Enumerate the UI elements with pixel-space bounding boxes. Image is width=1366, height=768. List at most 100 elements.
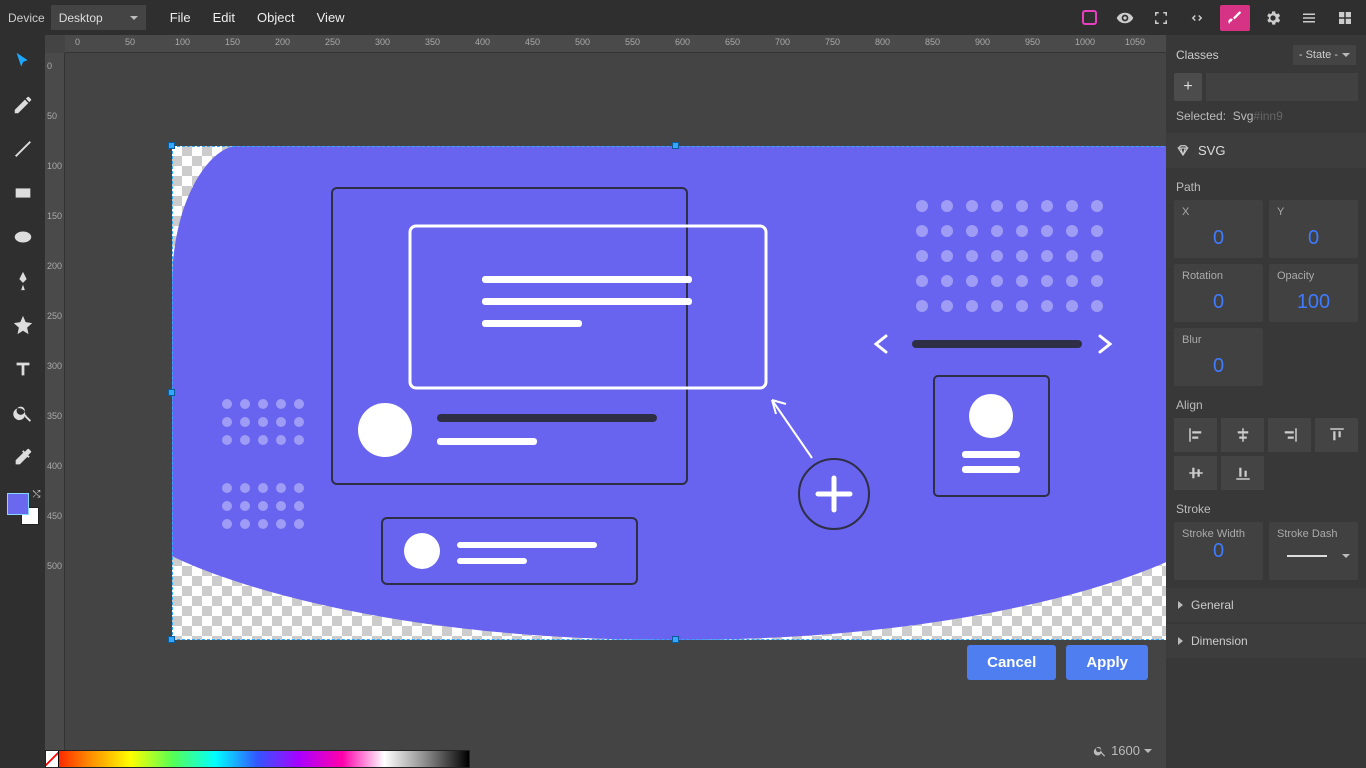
settings-button[interactable] (1260, 5, 1286, 31)
resize-handle-bl[interactable] (168, 636, 175, 643)
select-tool[interactable] (9, 47, 37, 75)
zoom-tool[interactable] (9, 399, 37, 427)
svg-edit-actions: Cancel Apply (967, 645, 1148, 680)
ellipse-tool[interactable] (9, 223, 37, 251)
right-panel: Classes - State - + Selected: Svg#inn9 S… (1166, 35, 1366, 768)
align-section-title: Align (1166, 386, 1366, 418)
ellipse-icon (12, 226, 34, 248)
top-menu-bar: Device Desktop File Edit Object View (0, 0, 1366, 35)
add-class-button[interactable]: + (1174, 73, 1202, 101)
blur-input[interactable]: Blur0 (1174, 328, 1263, 386)
rotation-input[interactable]: Rotation0 (1174, 264, 1263, 322)
text-tool[interactable] (9, 355, 37, 383)
avatar-circle-small (404, 533, 440, 569)
text-line (457, 542, 597, 548)
topbar-right (1076, 0, 1358, 35)
cursor-icon (12, 50, 34, 72)
magnifier-icon (1093, 744, 1107, 758)
tool-strip: ⤭ (0, 35, 45, 768)
caret-right-icon (1178, 637, 1183, 645)
fullscreen-icon (1152, 9, 1170, 27)
zoom-indicator[interactable]: 1600 (1093, 743, 1152, 758)
caret-down-icon (1342, 53, 1350, 57)
code-icon (1188, 9, 1206, 27)
color-palette-strip[interactable] (45, 750, 470, 768)
text-icon (12, 358, 34, 380)
align-top-button[interactable] (1315, 418, 1358, 452)
x-input[interactable]: X0 (1174, 200, 1263, 258)
eyedropper-tool[interactable] (9, 443, 37, 471)
resize-handle-ml[interactable] (168, 389, 175, 396)
code-button[interactable] (1184, 5, 1210, 31)
classes-header: Classes (1176, 48, 1219, 62)
menu-object[interactable]: Object (247, 5, 305, 30)
swap-colors-icon: ⤭ (33, 489, 41, 500)
artboard[interactable]: Cancel Apply (65, 53, 1166, 728)
grid-icon (1336, 9, 1354, 27)
class-name-input[interactable] (1206, 73, 1358, 101)
no-fill-swatch[interactable] (46, 751, 58, 767)
canvas-area: 0501001502002503003504004505005506006507… (45, 35, 1166, 768)
y-input[interactable]: Y0 (1269, 200, 1358, 258)
menu-file[interactable]: File (160, 5, 201, 30)
eyedropper-icon (12, 446, 34, 468)
menu-view[interactable]: View (307, 5, 355, 30)
align-center-h-button[interactable] (1221, 418, 1264, 452)
state-select[interactable]: - State - (1293, 45, 1356, 65)
stroke-width-input[interactable]: Stroke Width 0 (1174, 522, 1263, 580)
pen-icon (12, 270, 34, 292)
svg-section-header[interactable]: SVG (1166, 133, 1366, 168)
selected-element-label: Selected: Svg#inn9 (1166, 109, 1366, 133)
pencil-tool[interactable] (9, 91, 37, 119)
device-label: Device (8, 11, 45, 25)
dimension-section-toggle[interactable]: Dimension (1166, 624, 1366, 658)
main-menu: File Edit Object View (160, 5, 355, 30)
ruler-vertical: 050100150200250300350400450500 (45, 53, 65, 768)
menu-edit[interactable]: Edit (203, 5, 245, 30)
eye-icon (1116, 9, 1134, 27)
opacity-input[interactable]: Opacity100 (1269, 264, 1358, 322)
outline-mode-button[interactable] (1076, 5, 1102, 31)
preview-button[interactable] (1112, 5, 1138, 31)
stroke-section-title: Stroke (1166, 490, 1366, 522)
resize-handle-tl[interactable] (168, 142, 175, 149)
text-line-dark (437, 414, 657, 422)
grid-button[interactable] (1332, 5, 1358, 31)
avatar-circle (358, 403, 412, 457)
align-right-button[interactable] (1268, 418, 1311, 452)
color-swatches[interactable]: ⤭ (7, 493, 39, 525)
align-bottom-button[interactable] (1221, 456, 1264, 490)
pencil-icon (12, 94, 34, 116)
general-section-toggle[interactable]: General (1166, 588, 1366, 622)
align-center-v-button[interactable] (1174, 456, 1217, 490)
star-icon (12, 314, 34, 336)
text-line (482, 320, 582, 327)
diamond-icon (1176, 144, 1190, 158)
text-line (962, 451, 1020, 458)
resize-handle-tm[interactable] (672, 142, 679, 149)
line-icon (12, 138, 34, 160)
brush-icon (1227, 10, 1243, 26)
layers-button[interactable] (1296, 5, 1322, 31)
swatch-front (7, 493, 29, 515)
canvas-footer: 1600 (45, 730, 1166, 768)
stroke-dash-select[interactable]: Stroke Dash (1269, 522, 1358, 580)
align-left-button[interactable] (1174, 418, 1217, 452)
dash-preview (1287, 555, 1327, 557)
cancel-button[interactable]: Cancel (967, 645, 1056, 680)
resize-handle-bm[interactable] (672, 636, 679, 643)
ruler-horizontal: 0501001502002503003504004505005506006507… (65, 35, 1166, 53)
line-tool[interactable] (9, 135, 37, 163)
device-select[interactable]: Desktop (51, 5, 146, 30)
styles-button[interactable] (1220, 5, 1250, 31)
svg-bounds[interactable] (172, 146, 1166, 640)
path-section-title: Path (1166, 168, 1366, 200)
fullscreen-button[interactable] (1148, 5, 1174, 31)
pen-tool[interactable] (9, 267, 37, 295)
square-outline-icon (1082, 10, 1097, 25)
apply-button[interactable]: Apply (1066, 645, 1148, 680)
rect-tool[interactable] (9, 179, 37, 207)
star-tool[interactable] (9, 311, 37, 339)
text-line (457, 558, 527, 564)
caret-down-icon (1144, 749, 1152, 753)
